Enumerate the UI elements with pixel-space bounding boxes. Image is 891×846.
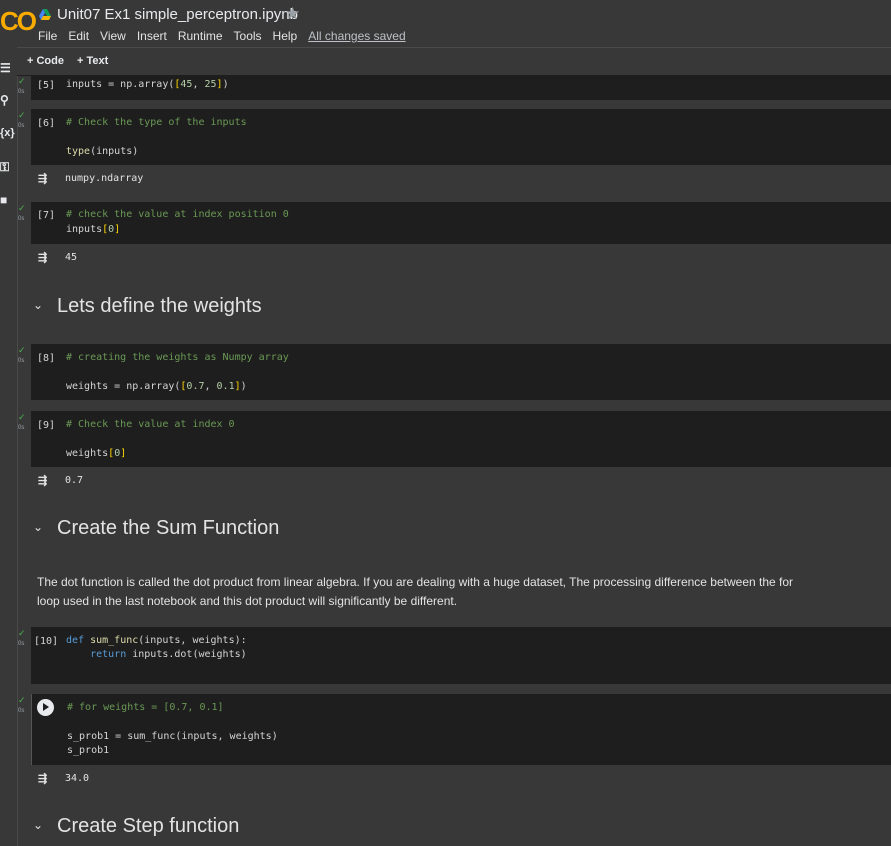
exec-time: 0s	[18, 216, 25, 222]
menu-view[interactable]: View	[100, 29, 126, 43]
files-icon[interactable]: ■	[0, 193, 7, 207]
code-cell-10[interactable]: [10] def sum_func(inputs, weights): retu…	[31, 627, 891, 684]
check-icon: ✓	[18, 110, 26, 120]
code-line[interactable]: # Check the type of the inputs	[66, 117, 247, 128]
chevron-down-icon[interactable]: ⌄	[33, 520, 43, 534]
code-line[interactable]: # Check the value at index 0	[66, 419, 235, 430]
check-icon: ✓	[18, 345, 26, 355]
menu-insert[interactable]: Insert	[137, 29, 167, 43]
code-line[interactable]: inputs[0]	[66, 224, 120, 235]
exec-time: 0s	[18, 708, 25, 714]
code-line[interactable]: # for weights = [0.7, 0.1]	[67, 702, 224, 713]
menu-help[interactable]: Help	[273, 29, 298, 43]
section-heading: Lets define the weights	[57, 295, 262, 317]
menu-tools[interactable]: Tools	[234, 29, 262, 43]
exec-time: 0s	[18, 425, 25, 431]
star-icon[interactable]: ★	[285, 4, 300, 24]
exec-time: 0s	[18, 641, 25, 647]
save-status[interactable]: All changes saved	[308, 29, 405, 43]
menu-bar: File Edit View Insert Runtime Tools Help…	[38, 29, 417, 43]
cell-output: numpy.ndarray	[65, 173, 144, 184]
code-line[interactable]: weights = np.array([0.7, 0.1])	[66, 381, 247, 392]
markdown-text: The dot function is called the dot produ…	[37, 575, 794, 608]
code-line[interactable]: s_prob1 = sum_func(inputs, weights)	[67, 731, 278, 742]
search-icon[interactable]: ⚲	[0, 93, 9, 107]
cell-output: 34.0	[65, 773, 90, 784]
code-cell-11[interactable]: # for weights = [0.7, 0.1] s_prob1 = sum…	[31, 694, 891, 765]
exec-time: 0s	[18, 358, 25, 364]
exec-time: 0s	[18, 123, 25, 129]
check-icon: ✓	[18, 695, 26, 705]
code-line[interactable]: return inputs.dot(weights)	[66, 649, 247, 660]
check-icon: ✓	[18, 412, 26, 422]
cell-output: 0.7	[65, 475, 84, 486]
cell-prompt: [5]	[37, 80, 56, 91]
menu-runtime[interactable]: Runtime	[178, 29, 223, 43]
code-cell-6[interactable]: [6] # Check the type of the inputs type(…	[31, 109, 891, 165]
cell-prompt: [10]	[34, 636, 59, 647]
colab-logo[interactable]: CO	[0, 6, 37, 37]
run-cell-button[interactable]	[37, 699, 54, 716]
code-line[interactable]: def sum_func(inputs, weights):	[66, 635, 247, 646]
output-toggle-icon[interactable]: ⇶	[38, 172, 47, 185]
exec-time: 0s	[18, 89, 25, 95]
add-code-button[interactable]: + Code	[27, 55, 64, 67]
key-icon[interactable]: ⚿	[0, 160, 9, 175]
chevron-down-icon[interactable]: ⌄	[33, 818, 43, 832]
code-cell-9[interactable]: [9] # Check the value at index 0 weights…	[31, 411, 891, 467]
notebook-toolbar: + Code + Text	[17, 47, 891, 76]
output-toggle-icon[interactable]: ⇶	[38, 772, 47, 785]
drive-icon[interactable]	[39, 9, 51, 20]
section-heading: Create the Sum Function	[57, 517, 280, 539]
cell-prompt: [7]	[37, 210, 56, 221]
output-toggle-icon[interactable]: ⇶	[38, 251, 47, 264]
cell-output: 45	[65, 252, 78, 263]
menu-icon[interactable]: ☰	[0, 61, 11, 75]
cell-prompt: [8]	[37, 353, 56, 364]
output-toggle-icon[interactable]: ⇶	[38, 474, 47, 487]
code-line[interactable]: inputs = np.array([45, 25])	[66, 79, 229, 90]
add-text-button[interactable]: + Text	[77, 55, 108, 67]
code-line[interactable]: weights[0]	[66, 448, 126, 459]
code-cell-8[interactable]: [8] # creating the weights as Numpy arra…	[31, 344, 891, 400]
cell-prompt: [6]	[37, 118, 56, 129]
code-line[interactable]: type(inputs)	[66, 146, 138, 157]
left-sidebar: ☰ ⚲ {x} ⚿ ■	[0, 47, 18, 846]
menu-file[interactable]: File	[38, 29, 57, 43]
variables-icon[interactable]: {x}	[0, 127, 15, 139]
top-bar: CO Unit07 Ex1 simple_perceptron.ipynb ★ …	[0, 0, 891, 47]
check-icon: ✓	[18, 203, 26, 213]
code-cell-5[interactable]: [5] inputs = np.array([45, 25])	[31, 75, 891, 100]
chevron-down-icon[interactable]: ⌄	[33, 298, 43, 312]
check-icon: ✓	[18, 76, 26, 86]
cell-prompt: [9]	[37, 420, 56, 431]
code-line[interactable]: # check the value at index position 0	[66, 209, 289, 220]
code-cell-7[interactable]: [7] # check the value at index position …	[31, 202, 891, 244]
menu-edit[interactable]: Edit	[68, 29, 89, 43]
notebook-title[interactable]: Unit07 Ex1 simple_perceptron.ipynb	[57, 6, 298, 23]
section-heading: Create Step function	[57, 815, 240, 837]
code-line[interactable]: # creating the weights as Numpy array	[66, 352, 289, 363]
code-line[interactable]: s_prob1	[67, 745, 109, 756]
check-icon: ✓	[18, 628, 26, 638]
